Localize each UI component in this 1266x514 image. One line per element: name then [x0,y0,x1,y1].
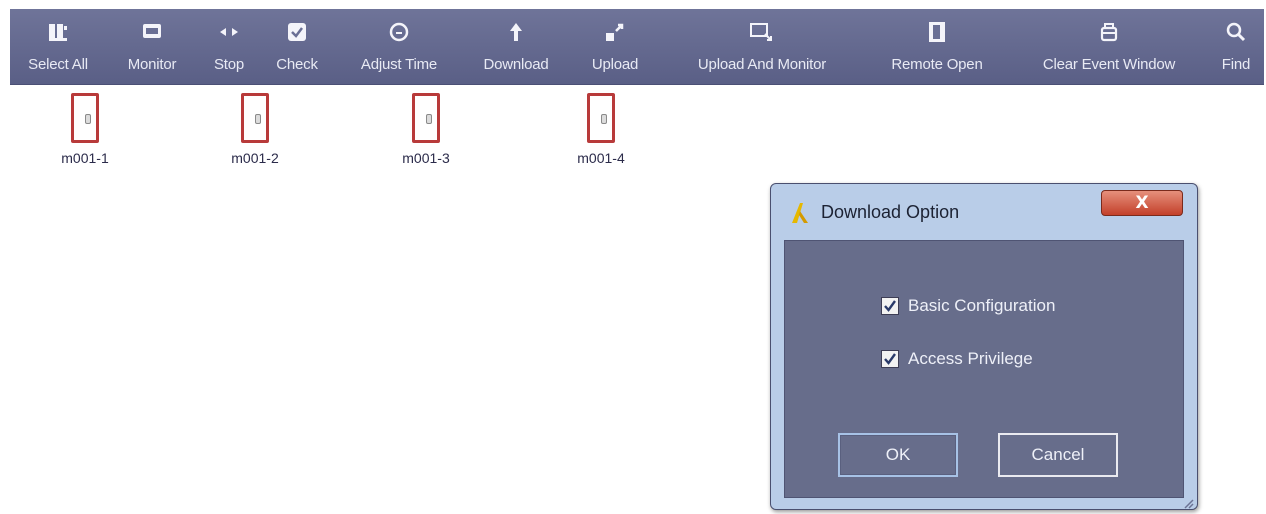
close-button[interactable]: X [1101,190,1183,216]
basic-configuration-checkbox[interactable] [881,297,899,315]
adjust-time-button[interactable]: Adjust Time [344,9,454,85]
ok-button[interactable]: OK [838,433,958,477]
monitor-label: Monitor [127,56,177,73]
upload-label: Upload [591,56,639,73]
door-label: m001-3 [402,150,450,166]
door-icon [412,93,440,143]
door-icon [241,93,269,143]
check-icon [284,19,310,45]
upload-and-monitor-button[interactable]: Upload And Monitor [664,9,860,85]
stop-icon [216,19,242,45]
door-item[interactable]: m001-4 [556,93,646,166]
download-label: Download [483,56,549,73]
find-icon [1223,19,1249,45]
monitor-icon [139,19,165,45]
dialog-body: Basic Configuration Access Privilege OK … [784,240,1184,498]
upload-and-monitor-label: Upload And Monitor [697,56,827,73]
download-option-dialog: Download Option X Basic Configuration Ac… [770,183,1198,510]
upload-monitor-icon [749,19,775,45]
access-privilege-checkbox[interactable] [881,350,899,368]
check-button[interactable]: Check [264,9,330,85]
remote-open-label: Remote Open [891,56,983,73]
download-arrow-icon [503,19,529,45]
dialog-title: Download Option [821,202,960,222]
find-button[interactable]: Find [1212,9,1260,85]
upload-icon [602,19,628,45]
clear-event-window-label: Clear Event Window [1042,56,1176,73]
main-toolbar: Select All Monitor Stop Check Adjust Tim… [10,9,1264,85]
basic-configuration-option[interactable]: Basic Configuration [881,296,1055,316]
select-all-icon [45,19,71,45]
adjust-time-label: Adjust Time [360,56,438,73]
door-item[interactable]: m001-2 [210,93,300,166]
find-label: Find [1221,56,1251,73]
remote-open-button[interactable]: Remote Open [870,9,1004,85]
door-icon [71,93,99,143]
checkmark-icon [884,300,896,312]
door-item[interactable]: m001-1 [40,93,130,166]
clear-event-icon [1096,19,1122,45]
door-icon [587,93,615,143]
clock-icon [386,19,412,45]
select-all-label: Select All [28,56,88,73]
door-item[interactable]: m001-3 [381,93,471,166]
door-label: m001-4 [577,150,625,166]
download-button[interactable]: Download [468,9,564,85]
basic-configuration-label: Basic Configuration [908,296,1056,315]
clear-event-window-button[interactable]: Clear Event Window [1014,9,1204,85]
dialog-titlebar[interactable]: Download Option X [771,184,1197,240]
door-label: m001-2 [231,150,279,166]
app-logo-icon [789,201,811,225]
access-privilege-label: Access Privilege [908,349,1033,368]
resize-grip-icon[interactable] [1182,494,1194,509]
select-all-button[interactable]: Select All [14,9,102,85]
remote-open-icon [924,19,950,45]
door-label: m001-1 [61,150,109,166]
cancel-button[interactable]: Cancel [998,433,1118,477]
stop-label: Stop [213,56,245,73]
monitor-button[interactable]: Monitor [112,9,192,85]
close-icon: X [1135,193,1149,213]
access-privilege-option[interactable]: Access Privilege [881,349,1033,369]
upload-button[interactable]: Upload [578,9,652,85]
check-label: Check [276,56,318,73]
stop-button[interactable]: Stop [204,9,254,85]
checkmark-icon [884,353,896,365]
